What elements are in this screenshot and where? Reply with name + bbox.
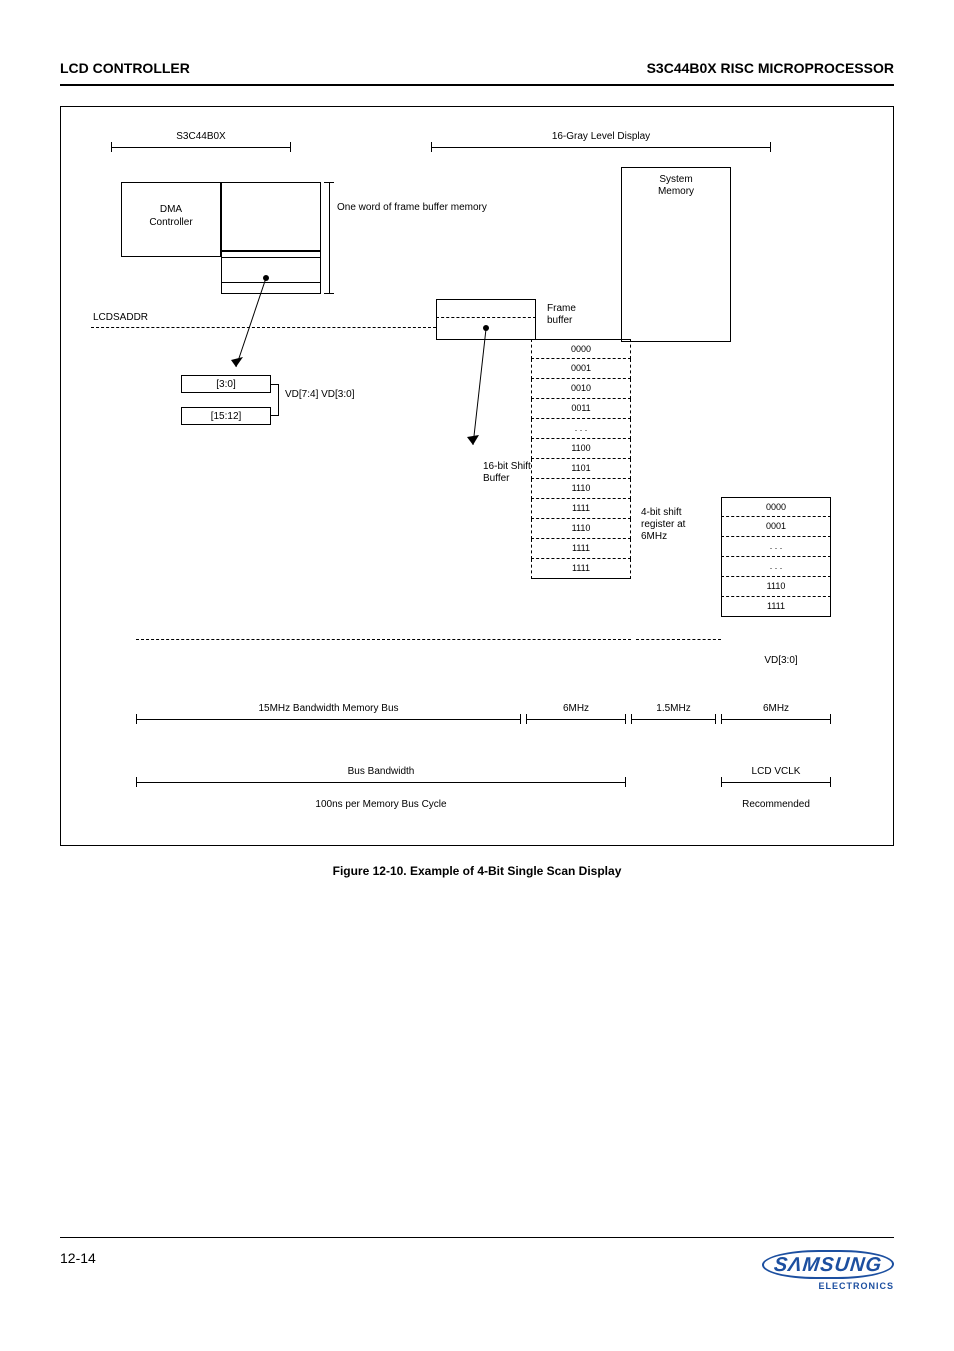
rcell-0001: 0001 (721, 517, 831, 537)
cell-dots: . . . (531, 419, 631, 439)
arrow-mid (461, 327, 521, 457)
rcell-dots1: . . . (721, 537, 831, 557)
label-bw: 15MHz Bandwidth Memory Bus (136, 703, 521, 714)
label-vclk: LCD VCLK (721, 766, 831, 777)
label-buffer-left: 16-bit Shift Buffer (483, 461, 553, 485)
system-memory-title: System Memory (658, 174, 694, 197)
header-left: LCD CONTROLLER (60, 60, 190, 76)
cell-stack-mid: 0000 0001 0010 0011 . . . 1100 1101 1110… (531, 339, 631, 579)
header-right: S3C44B0X RISC MICROPROCESSOR (647, 60, 894, 76)
label-vd30: VD[3:0] (731, 655, 831, 666)
page-header: LCD CONTROLLER S3C44B0X RISC MICROPROCES… (60, 60, 894, 86)
rcell-0000: 0000 (721, 497, 831, 517)
cell-0010: 0010 (531, 379, 631, 399)
samsung-logo-block: SΛMSUNG ELECTRONICS (762, 1250, 894, 1291)
label-display: 16-Gray Level Display (431, 131, 771, 142)
page-number: 12-14 (60, 1250, 96, 1266)
dp-15-12: [15:12] (181, 407, 271, 425)
cell-1111: 1111 (531, 499, 631, 519)
figure-caption: Figure 12-10. Example of 4-Bit Single Sc… (60, 864, 894, 878)
rcell-1110: 1110 (721, 577, 831, 597)
cell-bot: 1111 (531, 559, 631, 579)
dma-box: DMA Controller (121, 182, 221, 257)
label-frame-buffer: Frame buffer (547, 303, 607, 327)
vbracket-word (329, 182, 330, 294)
bracket-bw (136, 719, 521, 720)
cell-0011: 0011 (531, 399, 631, 419)
bracket-1.5mhz (631, 719, 716, 720)
rcell-dots2: . . . (721, 557, 831, 577)
dp-3-0: [3:0] (181, 375, 271, 393)
dashed-baseline (136, 639, 631, 640)
cell-1111b: 1111 (531, 539, 631, 559)
rcell-1111: 1111 (721, 597, 831, 617)
bracket-display (431, 147, 771, 148)
bracket-6mhz-b (721, 719, 831, 720)
system-memory-box: System Memory (621, 167, 731, 342)
framebuffer-box (221, 182, 321, 251)
electronics-label: ELECTRONICS (762, 1281, 894, 1291)
cell-0000: 0000 (531, 339, 631, 359)
dma-title: DMA Controller (149, 204, 192, 228)
cell-1100: 1100 (531, 439, 631, 459)
label-recommended: Recommended (721, 799, 831, 810)
bracket-busbw (136, 782, 626, 783)
label-one-word: One word of frame buffer memory (337, 202, 417, 214)
bracket-s3c44b0x (111, 147, 291, 148)
label-1.5mhz: 1.5MHz (631, 703, 716, 714)
label-lcdsaddr: LCDSADDR (93, 312, 148, 323)
label-busbw: Bus Bandwidth (136, 766, 626, 777)
label-buscycle: 100ns per Memory Bus Cycle (136, 799, 626, 810)
cell-0001: 0001 (531, 359, 631, 379)
samsung-logo: SΛMSUNG (760, 1250, 895, 1279)
cell-1110b: 1110 (531, 519, 631, 539)
page-footer: 12-14 SΛMSUNG ELECTRONICS (60, 1237, 894, 1291)
label-buffer-right: 4-bit shift register at 6MHz (641, 507, 711, 543)
label-6mhz-b: 6MHz (721, 703, 831, 714)
arrow-left (181, 275, 301, 385)
cell-stack-right: 0000 0001 . . . . . . 1110 1111 (721, 497, 831, 617)
figure-container: S3C44B0X 16-Gray Level Display DMA Contr… (60, 106, 894, 846)
bracket-vclk (721, 782, 831, 783)
vd74-vd30: VD[7:4] VD[3:0] (285, 389, 355, 400)
label-6mhz-a: 6MHz (526, 703, 626, 714)
label-s3c44b0x: S3C44B0X (111, 131, 291, 142)
bracket-6mhz-a (526, 719, 626, 720)
